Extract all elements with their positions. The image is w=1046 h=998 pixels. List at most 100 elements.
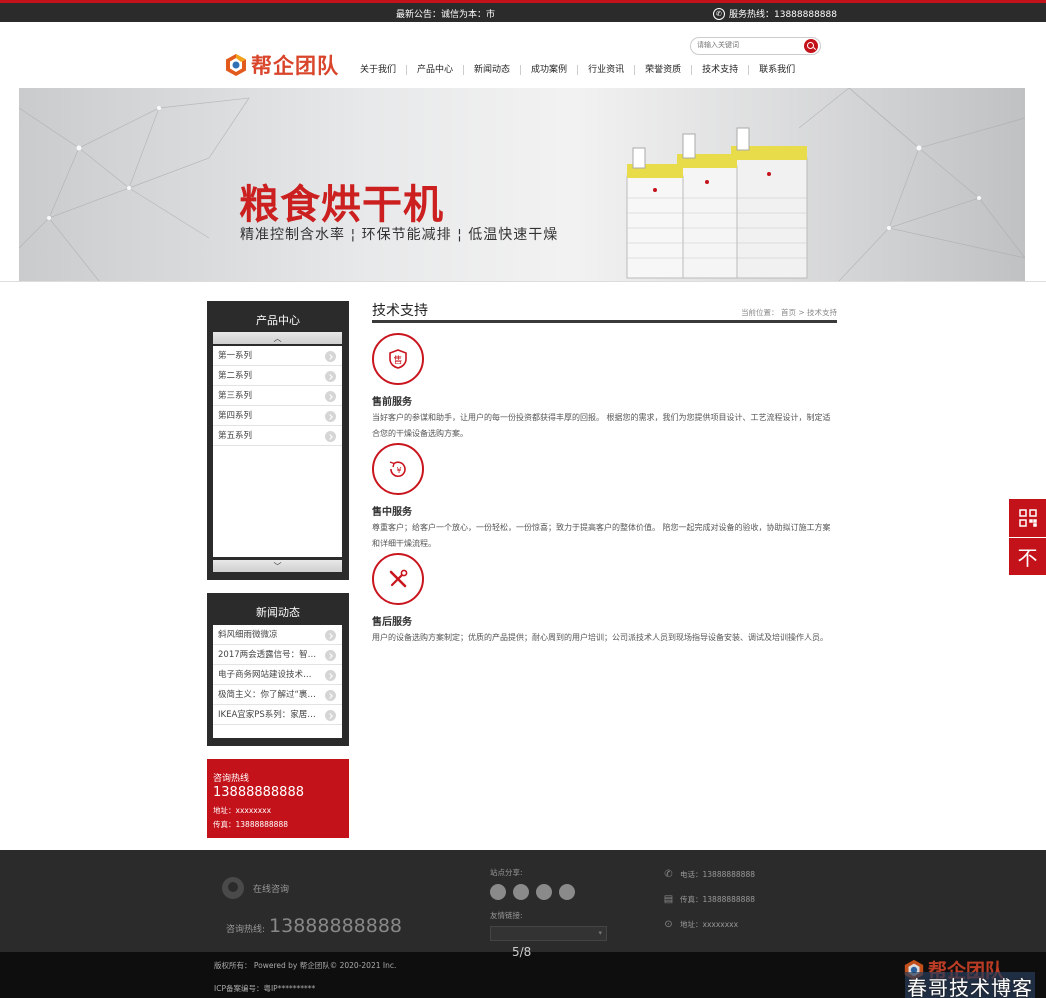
share-icons bbox=[490, 884, 575, 900]
list-item[interactable]: 斜风细雨微微凉 bbox=[213, 625, 342, 645]
arrow-right-icon bbox=[325, 630, 336, 641]
presale-description: 当好客户的参谋和助手，让用户的每一份投资都获得丰厚的回报。 根据您的需求，我们为… bbox=[372, 413, 831, 438]
fax-icon: ▤ bbox=[663, 894, 674, 905]
nav-news[interactable]: 新闻动态 bbox=[463, 65, 520, 75]
phone-icon: ✆ bbox=[664, 869, 673, 880]
grain-dryer-image bbox=[626, 127, 808, 279]
list-item[interactable]: 电子商务网站建设技术：怎... bbox=[213, 665, 342, 685]
service-presale: 售 售前服务 当好客户的参谋和助手，让用户的每一份投资都获得丰厚的回报。 根据您… bbox=[372, 333, 837, 442]
logo[interactable]: 帮企团队 bbox=[224, 50, 339, 80]
online-consult-label: 在线咨询 bbox=[253, 884, 290, 895]
contact-box: 咨询热线 13888888888 地址：xxxxxxxx 传真：13888888… bbox=[207, 759, 349, 838]
svg-text:¥: ¥ bbox=[396, 466, 401, 475]
arrow-right-icon bbox=[325, 411, 336, 422]
tools-icon bbox=[372, 553, 424, 605]
list-item[interactable]: 第四系列 bbox=[213, 406, 342, 426]
page-indicator: 5/8 bbox=[512, 945, 532, 959]
icp-text: ICP备案编号：粤IP********** bbox=[214, 984, 316, 993]
footer-fax: ▤ 传真：13888888888 bbox=[663, 894, 755, 905]
footer-address: ⊙ 地址：xxxxxxxx bbox=[664, 919, 739, 930]
site-footer: 在线咨询 咨询热线: 13888888888 站点分享: 友情链接: ✆电话：1… bbox=[0, 850, 1046, 952]
weibo-icon[interactable] bbox=[490, 884, 506, 900]
arrow-right-icon bbox=[325, 710, 336, 721]
arrow-right-icon bbox=[325, 371, 336, 382]
logo-text: 帮企团队 bbox=[251, 54, 339, 78]
banner-background-lines bbox=[19, 88, 1025, 281]
qr-code-button[interactable] bbox=[1009, 499, 1046, 537]
nav-support[interactable]: 技术支持 bbox=[691, 65, 748, 75]
contact-label: 咨询热线 bbox=[213, 774, 250, 784]
friend-links-label: 友情链接: bbox=[490, 911, 523, 920]
presale-title: 售前服务 bbox=[372, 397, 412, 408]
title-divider bbox=[372, 320, 837, 323]
contact-address: 地址：xxxxxxxx bbox=[213, 806, 272, 815]
banner-title: 粮食烘干机 bbox=[239, 182, 444, 228]
search-input[interactable] bbox=[697, 41, 797, 49]
search-icon[interactable] bbox=[804, 39, 818, 53]
friend-links-select[interactable] bbox=[490, 926, 607, 941]
aftersale-description: 用户的设备选购方案制定；优质的产品提供；耐心周到的用户培训；公司派技术人员到现场… bbox=[372, 633, 828, 642]
insale-icon: ¥ bbox=[372, 443, 424, 495]
location-icon: ⊙ bbox=[664, 919, 673, 930]
list-item[interactable]: 2017两会透露信号：智能卫... bbox=[213, 645, 342, 665]
nav-industry[interactable]: 行业资讯 bbox=[577, 65, 634, 75]
hotline-text: 服务热线：13888888888 bbox=[729, 10, 837, 20]
nav-honors[interactable]: 荣誉资质 bbox=[634, 65, 691, 75]
service-aftersale: 售后服务 用户的设备选购方案制定；优质的产品提供；耐心周到的用户培训；公司派技术… bbox=[372, 553, 837, 646]
notice-text: 最新公告：诚信为本：市 bbox=[396, 10, 496, 20]
news-panel-title: 新闻动态 bbox=[256, 606, 300, 619]
insale-description: 尊重客户；给客户一个放心，一份轻松，一份惊喜；致力于提高客户的整体价值。 陪您一… bbox=[372, 523, 831, 548]
arrow-right-icon bbox=[325, 431, 336, 442]
nav-contact[interactable]: 联系我们 bbox=[748, 65, 805, 75]
logo-icon bbox=[226, 54, 246, 76]
online-consult[interactable]: 在线咨询 bbox=[222, 877, 289, 899]
footer-hotline-label: 咨询热线: bbox=[226, 925, 266, 935]
watermark-text: 春哥技术博客 bbox=[905, 972, 1035, 998]
footer-hotline: 咨询热线: 13888888888 bbox=[226, 915, 402, 937]
chevron-up-icon: ︿ bbox=[273, 333, 282, 343]
svg-text:售: 售 bbox=[393, 354, 402, 366]
nav-about[interactable]: 关于我们 bbox=[350, 65, 406, 75]
insale-title: 售中服务 bbox=[372, 507, 412, 518]
copyright-text: 版权所有： Powered by 帮企团队© 2020-2021 Inc. bbox=[214, 961, 397, 970]
hero-banner: 粮食烘干机 精准控制含水率 ¦ 环保节能减排 ¦ 低温快速干燥 bbox=[19, 88, 1025, 281]
arrow-right-icon bbox=[325, 670, 336, 681]
footer-phone: ✆ 电话：13888888888 bbox=[664, 869, 755, 880]
footer-hotline-number: 13888888888 bbox=[269, 915, 403, 937]
arrow-right-icon bbox=[325, 351, 336, 362]
product-center-panel: 产品中心 ︿ 第一系列 第二系列 第三系列 第四系列 第五系列 ﹀ bbox=[207, 301, 349, 580]
banner-divider bbox=[0, 281, 1046, 282]
contact-phone: 13888888888 bbox=[213, 785, 304, 800]
scroll-up-button[interactable]: ︿ bbox=[213, 332, 342, 344]
breadcrumb: 当前位置： 首页 > 技术支持 bbox=[741, 308, 837, 317]
banner-subtitle: 精准控制含水率 ¦ 环保节能减排 ¦ 低温快速干燥 bbox=[240, 227, 559, 243]
news-list: 斜风细雨微微凉 2017两会透露信号：智能卫... 电子商务网站建设技术：怎..… bbox=[213, 625, 342, 738]
arrow-right-icon bbox=[325, 391, 336, 402]
list-item[interactable]: 第五系列 bbox=[213, 426, 342, 446]
arrow-up-icon: 不 bbox=[1017, 546, 1038, 570]
product-list: 第一系列 第二系列 第三系列 第四系列 第五系列 bbox=[213, 346, 342, 557]
list-item[interactable]: 极简主义：你了解过“裹脚... bbox=[213, 685, 342, 705]
list-item[interactable]: 第一系列 bbox=[213, 346, 342, 366]
main-nav: 关于我们 产品中心 新闻动态 成功案例 行业资讯 荣誉资质 技术支持 联系我们 bbox=[350, 65, 805, 75]
presale-icon: 售 bbox=[372, 333, 424, 385]
chevron-down-icon: ﹀ bbox=[273, 561, 282, 571]
qr-code-icon bbox=[1018, 509, 1037, 527]
nav-products[interactable]: 产品中心 bbox=[406, 65, 463, 75]
pinterest-icon[interactable] bbox=[536, 884, 552, 900]
page-title: 技术支持 bbox=[372, 303, 428, 319]
scroll-down-button[interactable]: ﹀ bbox=[213, 560, 342, 572]
top-bar: 最新公告：诚信为本：市 ✆ 服务热线：13888888888 bbox=[0, 0, 1046, 22]
list-item[interactable]: 第二系列 bbox=[213, 366, 342, 386]
list-item[interactable]: IKEA宜家PS系列：家居可以... bbox=[213, 705, 342, 725]
hotline: ✆ 服务热线：13888888888 bbox=[713, 7, 837, 20]
news-panel: 新闻动态 斜风细雨微微凉 2017两会透露信号：智能卫... 电子商务网站建设技… bbox=[207, 593, 349, 746]
nav-cases[interactable]: 成功案例 bbox=[520, 65, 577, 75]
qzone-icon[interactable] bbox=[513, 884, 529, 900]
contact-fax: 传真：13888888888 bbox=[213, 820, 288, 829]
wechat-icon[interactable] bbox=[559, 884, 575, 900]
arrow-right-icon bbox=[325, 650, 336, 661]
back-to-top-button[interactable]: 不 bbox=[1009, 538, 1046, 575]
site-header: 帮企团队 关于我们 产品中心 新闻动态 成功案例 行业资讯 荣誉资质 技术支持 … bbox=[0, 22, 1046, 88]
list-item[interactable]: 第三系列 bbox=[213, 386, 342, 406]
